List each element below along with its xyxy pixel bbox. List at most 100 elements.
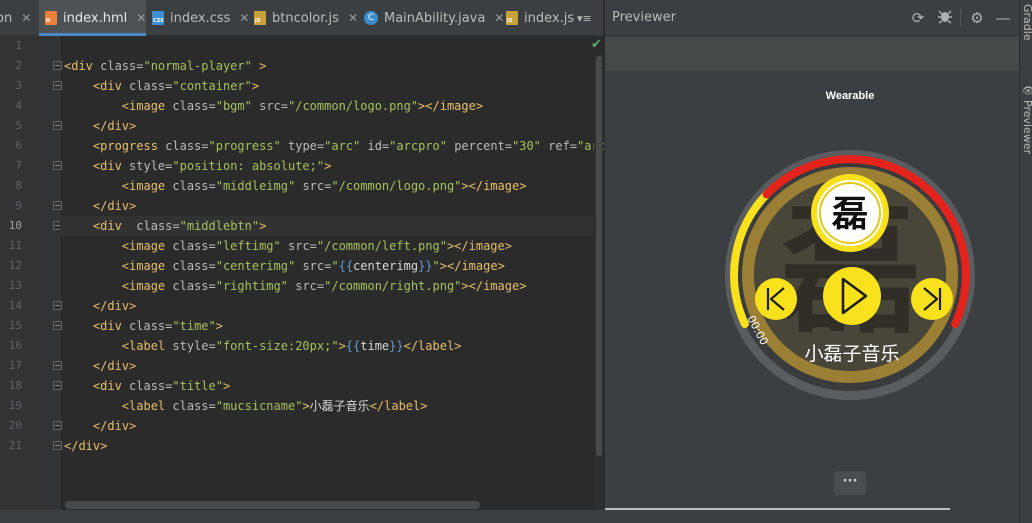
fold-marker-icon[interactable]	[53, 121, 62, 130]
code-token: <div	[92, 159, 130, 173]
line-number: 11	[8, 239, 22, 252]
vertical-scrollbar-thumb[interactable]	[596, 56, 602, 456]
code-token: 小磊子音乐	[309, 399, 370, 413]
code-line[interactable]: <image class="leftimg" src="/common/left…	[64, 236, 512, 256]
fold-marker-icon[interactable]	[53, 61, 62, 70]
code-token: "	[331, 259, 339, 273]
code-token: <image	[121, 259, 173, 273]
close-tab-icon[interactable]: ✕	[21, 11, 31, 25]
code-token: centerimg	[353, 259, 419, 273]
center-logo: 磊	[811, 174, 889, 252]
code-token: ></image>	[439, 259, 505, 273]
code-content[interactable]: <div class="normal-player" > <div class=…	[64, 36, 604, 506]
fold-marker-icon[interactable]	[53, 161, 62, 170]
bottom-status-strip	[0, 510, 1019, 523]
minimize-icon[interactable]: —	[993, 8, 1013, 28]
code-line[interactable]: <image class="bgm" src="/common/logo.png…	[64, 96, 483, 116]
code-token: >	[222, 379, 231, 393]
line-number: 8	[15, 179, 22, 192]
song-title: 小磊子音乐	[804, 343, 899, 365]
tab-index-css[interactable]: index.css✕	[146, 0, 249, 36]
horizontal-scrollbar-thumb[interactable]	[65, 501, 480, 509]
inspection-ok-icon[interactable]: ✔	[591, 37, 602, 52]
close-tab-icon[interactable]: ✕	[348, 11, 358, 25]
fold-marker-icon[interactable]	[53, 201, 62, 210]
fold-marker-icon[interactable]	[53, 301, 62, 310]
fold-marker-icon[interactable]	[53, 81, 62, 90]
refresh-icon[interactable]: ⟳	[908, 8, 928, 28]
tab-index-js[interactable]: index.js	[500, 0, 577, 36]
code-line[interactable]: </div>	[64, 436, 107, 456]
line-number: 14	[8, 299, 22, 312]
code-line[interactable]: <div style="position: absolute;">	[64, 156, 331, 176]
code-line[interactable]: <label style="font-size:20px;">{{time}}<…	[64, 336, 462, 356]
settings-gear-icon[interactable]: ⚙	[967, 8, 987, 28]
device-type-label: Wearable	[825, 90, 875, 102]
previewer-tool-tab[interactable]: Previewer	[1021, 100, 1032, 154]
close-tab-icon[interactable]: ✕	[136, 11, 146, 25]
line-number: 19	[8, 399, 22, 412]
code-line[interactable]: <image class="rightimg" src="/common/rig…	[64, 276, 527, 296]
code-line[interactable]: <progress class="progress" type="arc" id…	[64, 136, 604, 156]
previous-button[interactable]	[755, 278, 797, 320]
css-file-icon	[152, 11, 164, 25]
code-token: "/common/logo.png"	[331, 179, 462, 193]
code-token: >	[324, 159, 332, 173]
code-line[interactable]: <div class="title">	[64, 376, 230, 396]
code-line[interactable]: <div class="normal-player" >	[64, 56, 266, 76]
next-button[interactable]	[911, 278, 953, 320]
code-token: {{	[338, 259, 354, 273]
tab-overflow-menu-icon[interactable]: ▾≡	[577, 0, 592, 36]
code-token: "middleimg"	[215, 179, 296, 193]
gradle-tool-tab[interactable]: Gradle	[1021, 4, 1032, 41]
more-options-button[interactable]: ···	[834, 471, 866, 495]
watch-face-svg: 磊 磊 00:00 小磊子音乐	[725, 150, 975, 400]
code-token: ></image>	[461, 279, 527, 293]
tab-index-hml[interactable]: index.hml ✕	[39, 0, 146, 36]
code-line[interactable]: <image class="middleimg" src="/common/lo…	[64, 176, 527, 196]
code-line[interactable]: <div class="container">	[64, 76, 259, 96]
tab-label: MainAbility.java	[384, 10, 486, 26]
wearable-watch-preview: 磊 磊 00:00 小磊子音乐	[725, 150, 975, 400]
code-editor[interactable]: 1 2 3 4 5 6 7 8 9 10 11 12 13 14 15 16 17 18 19 20 21 <div c…	[0, 36, 604, 523]
code-line[interactable]: </div>	[64, 196, 136, 216]
code-token: "/common/logo.png"	[288, 99, 419, 113]
tab-btncolor-js[interactable]: btncolor.js ✕	[248, 0, 358, 36]
code-token: time	[360, 339, 390, 353]
code-token: <image	[121, 179, 173, 193]
code-token: }}	[389, 339, 404, 353]
code-token: <div	[92, 319, 130, 333]
tab-label: index.js	[524, 10, 575, 26]
code-line[interactable]: </div>	[64, 416, 136, 436]
fold-marker-icon[interactable]	[53, 421, 62, 430]
code-token: "arcpro"	[389, 139, 447, 153]
code-line[interactable]: <div class="time">	[64, 316, 223, 336]
code-line[interactable]: </div>	[64, 356, 136, 376]
fold-marker-icon[interactable]	[53, 361, 62, 370]
code-token: </label>	[369, 399, 428, 413]
fold-marker-icon[interactable]	[53, 381, 62, 390]
code-token: class=	[129, 379, 173, 393]
code-line[interactable]: <div class="middlebtn">	[64, 216, 266, 236]
code-line[interactable]: <label class="mucsicname">小磊子音乐</label>	[64, 396, 428, 416]
code-line[interactable]: </div>	[64, 296, 136, 316]
code-line[interactable]: <image class="centerimg" src="{{centerim…	[64, 256, 505, 276]
fold-marker-icon[interactable]	[53, 321, 62, 330]
tab-on[interactable]: on ✕	[0, 0, 39, 36]
debug-bug-icon[interactable]	[935, 8, 955, 28]
play-button[interactable]	[823, 267, 881, 325]
code-token: id=	[367, 139, 390, 153]
tab-mainability-java[interactable]: C MainAbility.java ✕	[358, 0, 504, 36]
code-line[interactable]: </div>	[64, 116, 136, 136]
line-number: 13	[8, 279, 22, 292]
fold-marker-icon[interactable]	[53, 441, 62, 450]
code-token: >	[302, 399, 310, 413]
svg-text:磊: 磊	[831, 194, 868, 235]
code-token: class=	[129, 79, 173, 93]
code-token: "mucsicname"	[215, 399, 303, 413]
